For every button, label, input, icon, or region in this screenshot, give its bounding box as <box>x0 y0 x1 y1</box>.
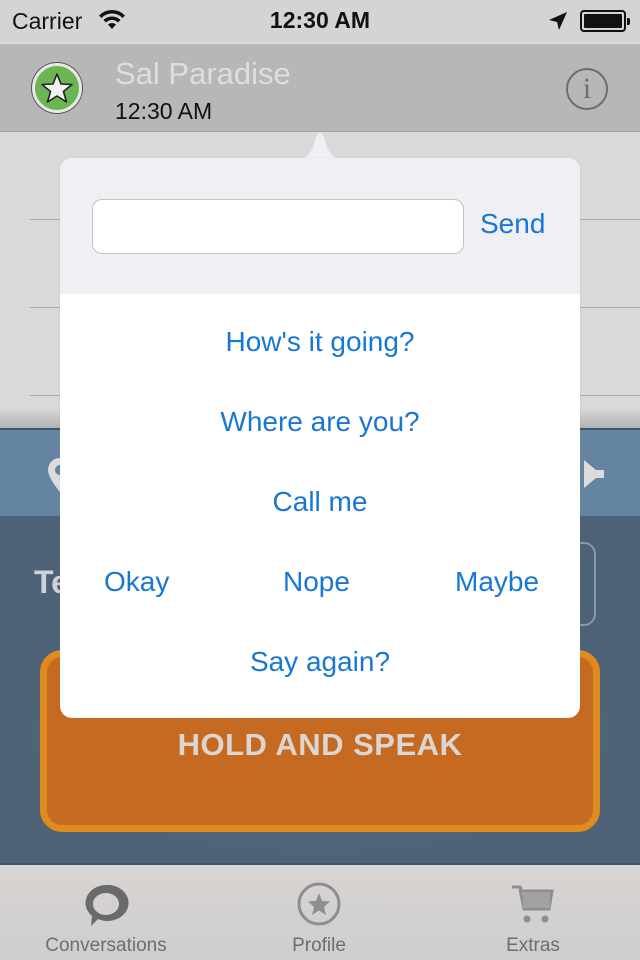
speech-bubble-icon <box>85 884 129 926</box>
hold-and-speak-label: HOLD AND SPEAK <box>177 727 463 762</box>
location-arrow-icon <box>549 12 567 30</box>
tab-conversations[interactable]: Conversations <box>0 865 212 960</box>
cart-icon <box>512 885 554 923</box>
send-button[interactable]: Send <box>480 208 545 240</box>
tab-bar: Conversations Profile Extras <box>0 863 640 960</box>
tab-label: Extras <box>506 935 560 956</box>
star-circle-icon <box>297 882 341 926</box>
battery-nub <box>627 18 630 25</box>
tab-extras[interactable]: Extras <box>426 865 640 960</box>
speaker-icon[interactable] <box>580 458 608 488</box>
battery-icon <box>580 10 630 32</box>
quick-reply-nope[interactable]: Nope <box>283 566 350 598</box>
quick-reply-call-me[interactable]: Call me <box>60 486 580 518</box>
info-button[interactable]: i <box>566 68 608 110</box>
info-icon: i <box>582 72 592 105</box>
tab-label: Profile <box>292 935 346 956</box>
header-timestamp: 12:30 AM <box>115 98 213 124</box>
contact-name: Sal Paradise <box>115 56 291 91</box>
quick-reply-okay[interactable]: Okay <box>104 566 169 598</box>
avatar[interactable] <box>32 63 82 113</box>
compose-area: Send <box>60 158 580 294</box>
quick-reply-say-again[interactable]: Say again? <box>60 646 580 678</box>
conversation-header: Sal Paradise 12:30 AM i <box>0 44 640 132</box>
quick-reply-maybe[interactable]: Maybe <box>455 566 539 598</box>
quick-reply-popover: Send How's it going? Where are you? Call… <box>60 158 580 718</box>
popover-arrow <box>296 132 344 159</box>
quick-reply-hows-it-going[interactable]: How's it going? <box>60 326 580 358</box>
battery-fill <box>584 14 622 28</box>
message-input[interactable] <box>92 199 464 254</box>
star-icon <box>41 73 73 103</box>
tab-label: Conversations <box>45 935 167 956</box>
status-bar: Carrier 12:30 AM <box>0 0 640 42</box>
status-time: 12:30 AM <box>269 7 371 33</box>
quick-reply-where-are-you[interactable]: Where are you? <box>60 406 580 438</box>
tab-profile[interactable]: Profile <box>212 865 426 960</box>
